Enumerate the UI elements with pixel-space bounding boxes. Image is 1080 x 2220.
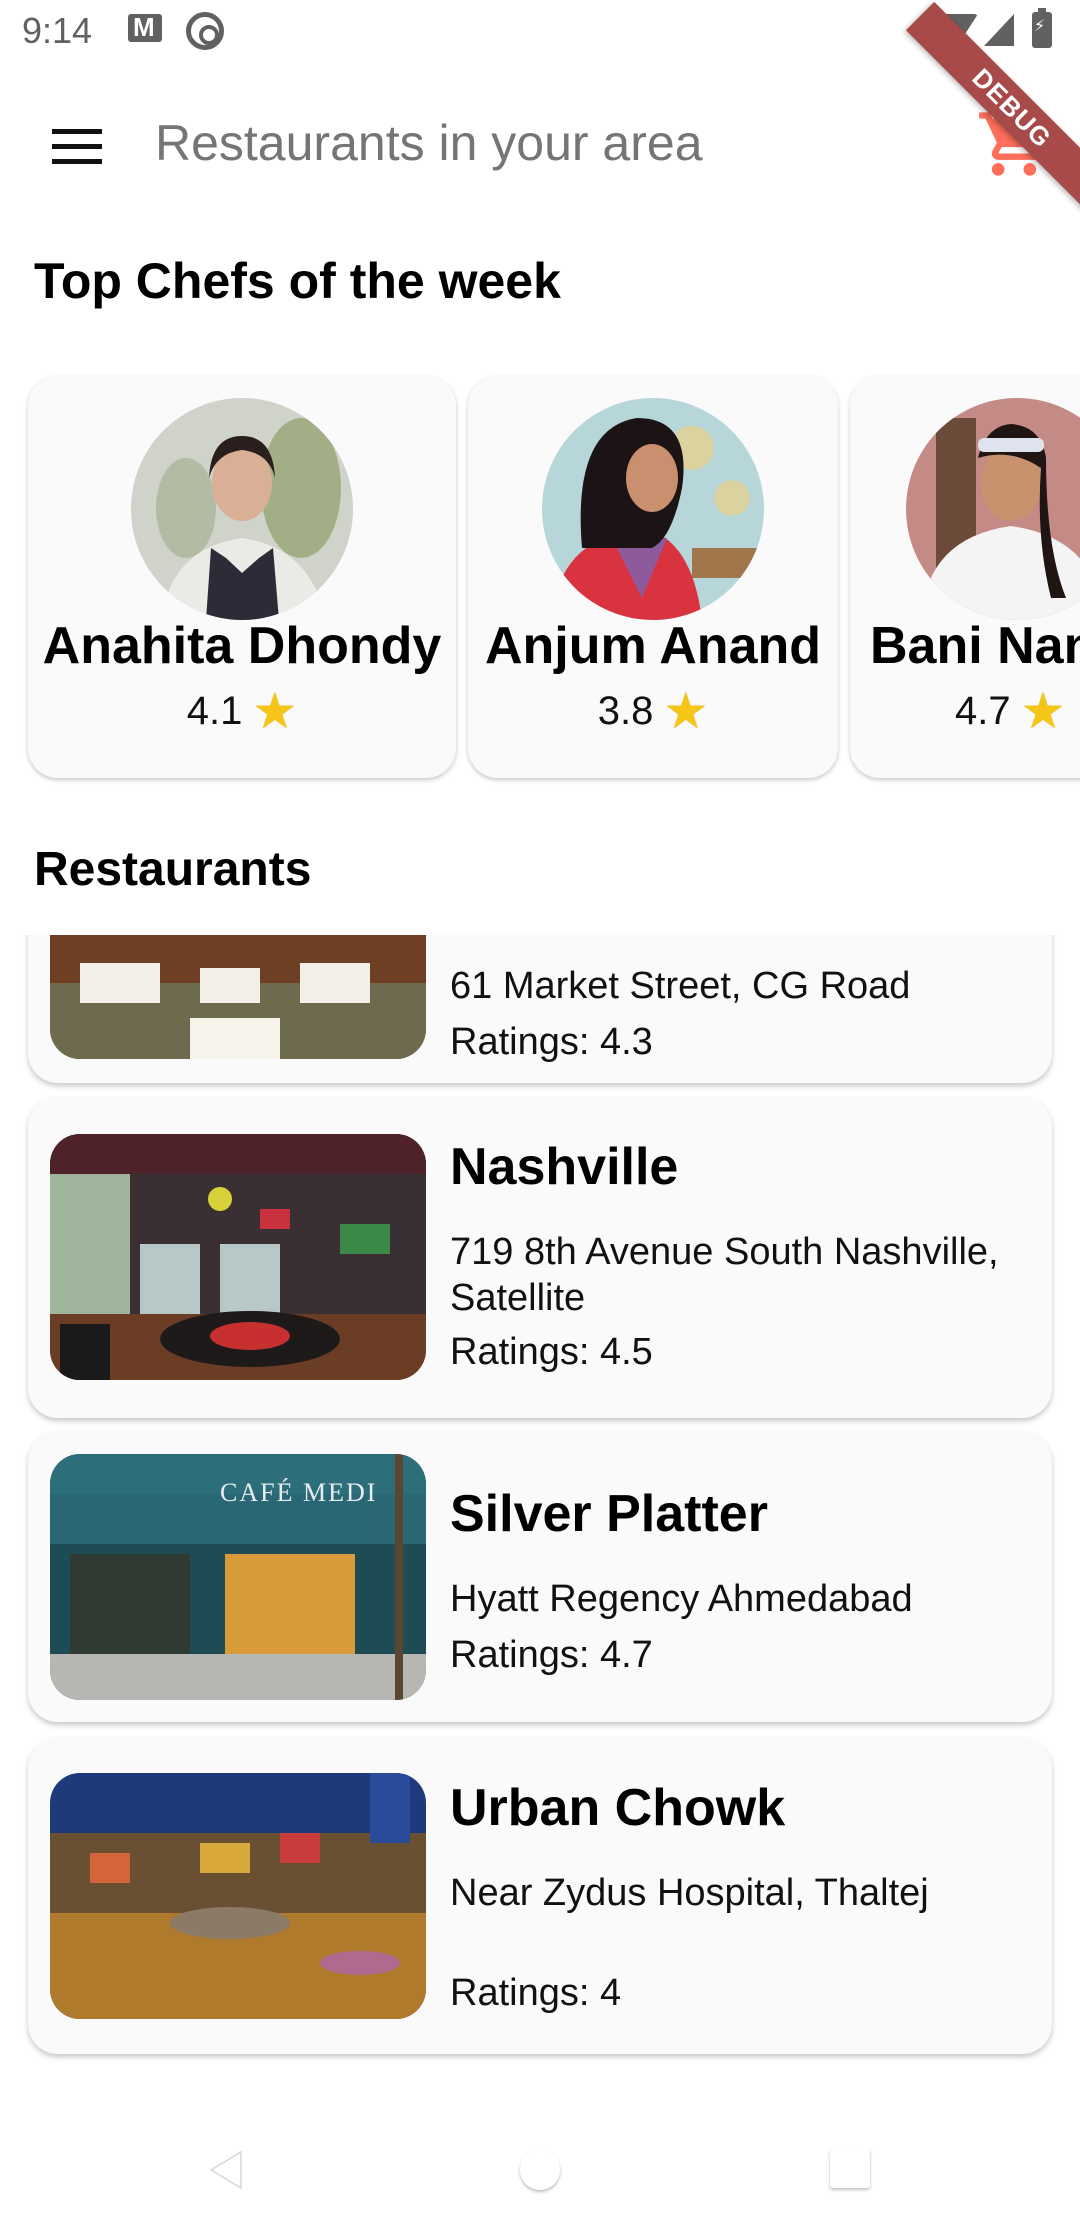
- chef-card[interactable]: Anjum Anand 3.8 ★: [468, 376, 838, 778]
- restaurant-image: [50, 935, 426, 1059]
- chef-rating: 4.7 ★: [955, 682, 1080, 740]
- home-icon[interactable]: [520, 2150, 560, 2190]
- gmail-icon: [128, 12, 162, 43]
- chef-card[interactable]: Anahita Dhondy 4.1 ★: [28, 376, 456, 778]
- recents-icon[interactable]: [830, 2148, 870, 2188]
- restaurant-rating: Ratings: 4.3: [450, 1021, 653, 1063]
- restaurant-rating: Ratings: 4.7: [450, 1634, 653, 1676]
- status-time: 9:14: [22, 10, 93, 51]
- restaurant-name: Nashville: [450, 1138, 679, 1196]
- system-nav-bar: [0, 2110, 1080, 2220]
- chef-avatar: [542, 398, 764, 620]
- back-icon[interactable]: [205, 2150, 245, 2190]
- app-title: Restaurants in your area: [155, 115, 703, 171]
- cell-signal-icon: [984, 14, 1014, 46]
- hamburger-menu-icon[interactable]: [52, 129, 102, 165]
- image-sign-text: CAFÉ MEDI: [220, 1478, 378, 1507]
- restaurant-image: [50, 1773, 426, 2019]
- restaurant-card[interactable]: Urban Chowk Near Zydus Hospital, Thaltej…: [28, 1738, 1052, 2054]
- restaurant-card[interactable]: 61 Market Street, CG Road Ratings: 4.3: [28, 935, 1052, 1083]
- chef-rating: 4.1 ★: [28, 682, 456, 740]
- chef-avatar: [906, 398, 1080, 620]
- restaurant-name: Urban Chowk: [450, 1779, 786, 1837]
- restaurant-address: 61 Market Street, CG Road: [450, 965, 911, 1007]
- chef-carousel[interactable]: Anahita Dhondy 4.1 ★ Anjum Anand 3.8 ★ B…: [0, 370, 1080, 790]
- restaurant-address: Hyatt Regency Ahmedabad: [450, 1578, 913, 1620]
- at-sign-icon: [186, 12, 224, 50]
- restaurant-image: [50, 1134, 426, 1380]
- restaurant-list[interactable]: 61 Market Street, CG Road Ratings: 4.3 N…: [0, 935, 1080, 2075]
- chef-name: Anjum Anand: [484, 617, 822, 675]
- chef-rating-value: 3.8: [597, 689, 654, 733]
- chef-name: Anahita Dhondy: [42, 617, 442, 675]
- chef-rating-value: 4.1: [186, 689, 243, 733]
- chef-rating-value: 4.7: [955, 689, 1011, 733]
- restaurant-rating: Ratings: 4: [450, 1972, 622, 2014]
- restaurant-rating: Ratings: 4.5: [450, 1331, 653, 1373]
- app-screen: 9:14 Restaurants in your area DEBUG Top …: [0, 0, 1080, 2220]
- chef-card[interactable]: Bani Nanda 4.7★: [850, 376, 1080, 778]
- restaurant-image: CAFÉ MEDI: [50, 1454, 426, 1700]
- star-icon: ★: [252, 683, 298, 739]
- chef-name: Bani Nanda: [870, 617, 1080, 675]
- battery-charging-icon: [1032, 8, 1052, 48]
- restaurant-address: 719 8th Avenue South Nashville, Satellit…: [450, 1231, 999, 1319]
- restaurant-address: Near Zydus Hospital, Thaltej: [450, 1872, 929, 1914]
- restaurant-card[interactable]: Nashville 719 8th Avenue South Nashville…: [28, 1097, 1052, 1418]
- restaurants-section-title: Restaurants: [34, 843, 312, 896]
- chefs-section-title: Top Chefs of the week: [34, 253, 561, 309]
- star-icon: ★: [663, 683, 709, 739]
- restaurant-card[interactable]: CAFÉ MEDI Silver Platter Hyatt Regency A…: [28, 1432, 1052, 1722]
- chef-avatar: [131, 398, 353, 620]
- chef-rating: 3.8 ★: [468, 682, 838, 740]
- app-bar: Restaurants in your area: [0, 64, 1080, 224]
- restaurant-name: Silver Platter: [450, 1485, 768, 1543]
- star-icon: ★: [1020, 683, 1066, 739]
